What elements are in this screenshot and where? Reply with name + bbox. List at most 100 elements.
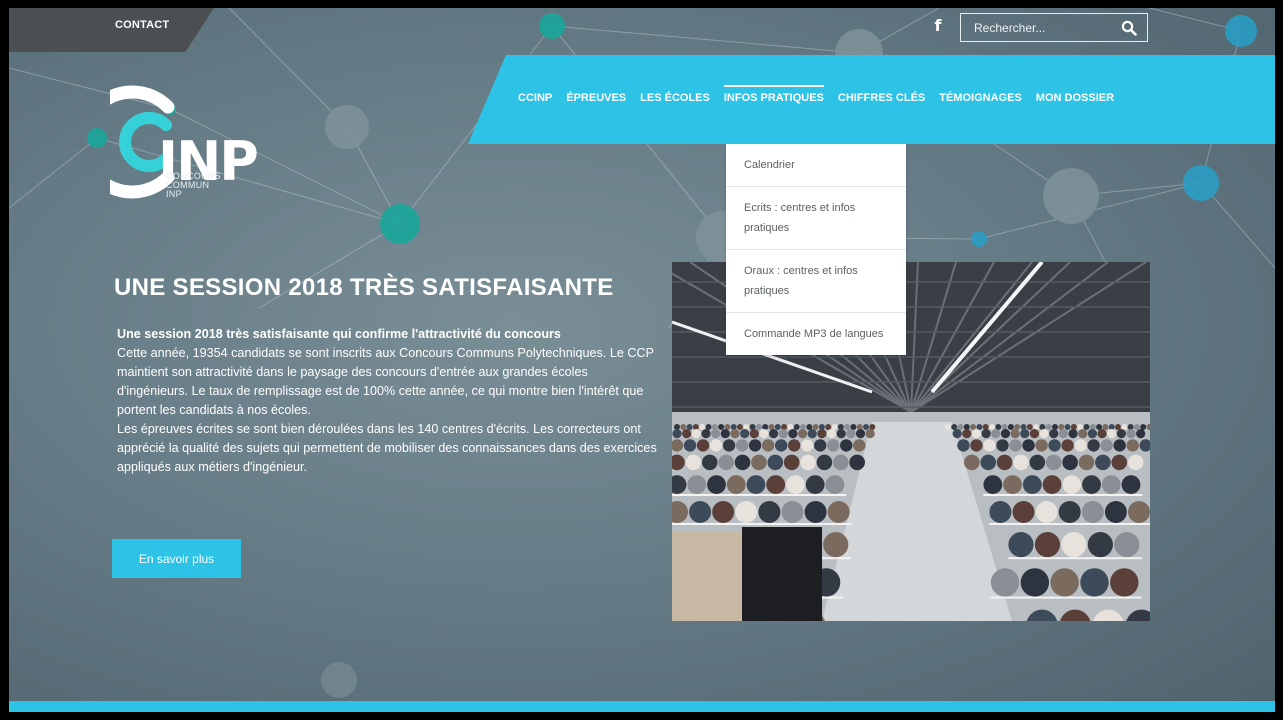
photo-candidate [758,501,781,523]
photo-candidate [720,429,730,439]
photo-candidate [749,429,759,439]
photo-candidate [1012,501,1035,523]
photo-candidate [1128,501,1150,523]
photo-candidate [970,439,983,452]
photo-desk [1061,557,1090,560]
dropdown-item-1[interactable]: Ecrits : centres et infos pratiques [726,187,906,250]
photo-desk [1035,523,1060,525]
photo-candidate [1061,532,1087,558]
photo-candidate [833,454,849,471]
photo-candidate [1045,424,1052,430]
photo-candidate [825,475,845,494]
photo-candidate [767,454,784,471]
nav-item-5[interactable]: TÉMOIGNAGES [939,92,1022,104]
photo-candidate [981,429,991,439]
nav-item-0[interactable]: CCINP [518,92,552,104]
photo-candidate [761,439,775,452]
photo-desk [689,523,714,525]
photo-candidate [1104,501,1127,523]
photo-candidate [962,429,972,439]
photo-candidate [863,424,869,430]
photo-candidate [1113,439,1126,452]
search-input[interactable] [961,14,1116,41]
contact-link[interactable]: CONTACT [115,19,169,31]
photo-candidate [1010,429,1020,439]
photo-desk [823,557,851,560]
photo-candidate [1100,439,1113,452]
photo-candidate [1050,568,1079,597]
photo-candidate [804,501,827,523]
photo-desk [825,494,847,496]
photo-candidate [825,424,832,430]
photo-desk [804,523,829,525]
facebook-icon[interactable]: f [927,15,949,37]
photo-candidate [689,501,712,523]
photo-candidate [1115,424,1121,430]
ccinp-logo[interactable]: INP [110,70,290,230]
photo-candidate [840,439,853,452]
photo-candidate [1029,454,1046,471]
photo-desk [1082,494,1103,496]
nav-item-4[interactable]: CHIFFRES CLÉS [838,92,925,104]
dropdown-item-3[interactable]: Commande MP3 de langues [726,313,906,355]
photo-candidate [1009,439,1022,452]
photo-desk [1080,596,1112,599]
dropdown-item-2[interactable]: Oraux : centres et infos pratiques [726,250,906,313]
network-node [971,231,987,247]
photo-candidate [996,454,1013,471]
photo-desk [983,494,1005,496]
photo-candidate [964,454,980,471]
photo-candidate [812,424,819,430]
photo-coat [672,532,742,621]
nav-item-6[interactable]: MON DOSSIER [1036,92,1114,104]
photo-candidate [748,439,762,452]
photo-candidate [800,454,816,471]
photo-candidate [1087,429,1097,439]
nav-item-3[interactable]: INFOS PRATIQUES [723,85,824,104]
photo-candidate [996,439,1009,452]
photo-desk [672,494,689,496]
photo-candidate [1022,439,1035,452]
photo-candidate [1058,501,1081,523]
photo-candidate [1007,424,1014,430]
photo-candidate [1095,454,1111,471]
photo-candidate [1045,454,1062,471]
learn-more-button[interactable]: En savoir plus [112,539,241,578]
photo-desk [827,523,852,525]
photo-candidate [1121,475,1141,494]
photo-desk [1034,557,1063,560]
page-frame: CONTACT f CCINP ÉPREUVES LES ÉCOLES INFOS P… [9,8,1275,712]
photo-candidate [712,501,735,523]
photo-candidate [1035,439,1048,452]
photo-candidate [687,475,707,494]
dropdown-item-0[interactable]: Calendrier [726,144,906,187]
nav-item-2[interactable]: LES ÉCOLES [640,92,710,104]
photo-candidate [1097,429,1107,439]
nav-item-1[interactable]: ÉPREUVES [566,92,626,104]
photo-candidate [718,454,734,471]
photo-candidate [787,439,801,452]
photo-desk [786,494,807,496]
network-line [551,25,860,54]
photo-desk [766,494,787,496]
photo-desk [1008,557,1037,560]
photo-candidate [1101,475,1121,494]
photo-candidate [1116,429,1126,439]
photo-candidate [1114,532,1140,558]
photo-candidate [1102,424,1109,430]
photo-candidate [751,454,767,471]
photo-candidate [1008,532,1034,558]
photo-candidate [672,429,682,439]
photo-candidate [1068,429,1078,439]
photo-candidate [1034,532,1061,558]
network-node [1225,15,1257,47]
photo-desk [1003,494,1024,496]
search-icon[interactable] [1121,20,1137,36]
photo-candidate [786,475,805,494]
network-node [325,105,369,149]
photo-candidate [1127,454,1144,471]
photo-coat [742,527,822,621]
photo-desk [672,523,691,525]
network-node [87,128,107,148]
network-node [321,662,357,698]
